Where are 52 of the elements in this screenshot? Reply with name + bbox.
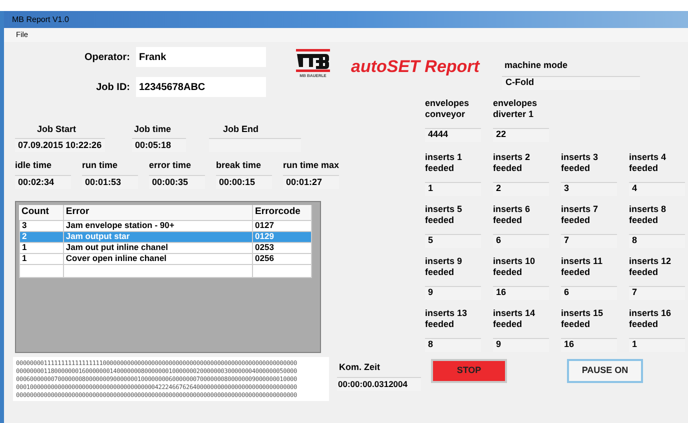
counter-label: inserts 9 feeded [425, 256, 464, 278]
column-header: Count [20, 205, 64, 220]
counter-label: inserts 12 feeded [629, 256, 672, 278]
field-label: Job time [133, 123, 172, 136]
column-header: Error [63, 205, 253, 220]
table-cell: 0127 [252, 220, 312, 231]
table-cell: Jam out put inline chanel [63, 242, 253, 253]
counter-label: inserts 10 feeded [493, 256, 536, 278]
report-heading: autoSET Report [351, 56, 480, 78]
counter-label: inserts 1 feeded [425, 152, 464, 174]
counter-label: inserts 6 feeded [493, 204, 532, 226]
counter-label: inserts 8 feeded [629, 204, 668, 226]
field-label: Job ID: [95, 80, 130, 94]
field-label: break time [216, 159, 262, 172]
field-label: error time [149, 159, 192, 172]
table-cell: Jam envelope station - 90+ [63, 220, 253, 231]
counter-label: inserts 15 feeded [561, 308, 604, 330]
table-cell: 2 [20, 231, 64, 242]
counter-label: inserts 2 feeded [493, 152, 532, 174]
window-title: MB Report V1.0 [12, 14, 69, 26]
table-cell: 0256 [252, 253, 312, 264]
table-cell: 0253 [252, 242, 312, 253]
counter-label: inserts 5 feeded [425, 204, 464, 226]
stop-button[interactable]: STOP [431, 358, 507, 382]
field-label: run time [82, 159, 119, 172]
field-label: run time max [283, 159, 339, 172]
operator-field[interactable]: Frank [136, 47, 266, 67]
field-label: Job Start [36, 123, 78, 136]
pause-button[interactable]: PAUSE ON [567, 358, 643, 382]
column-header: Errorcode [252, 205, 312, 220]
field-label: idle time [15, 159, 53, 172]
table-cell: Jam output star [63, 231, 253, 242]
counter-label: envelopes diverter 1 [493, 98, 538, 120]
table-cell: Cover open inline chanel [63, 253, 253, 264]
logo-icon [296, 49, 330, 72]
counter-label: inserts 13 feeded [425, 308, 468, 330]
counter-label: inserts 4 feeded [629, 152, 668, 174]
table-cell: 1 [20, 242, 64, 253]
table-cell: 0129 [252, 231, 312, 242]
field-label: Job End [222, 123, 260, 136]
counter-label: envelopes conveyor [425, 98, 470, 121]
counter-label: inserts 3 feeded [561, 152, 600, 174]
counter-label: inserts 11 feeded [561, 256, 604, 278]
field-label: Kom. Zeit [339, 360, 382, 374]
field-label: Operator: [83, 50, 130, 64]
table-cell: 3 [20, 220, 64, 231]
counter-label: inserts 7 feeded [561, 204, 600, 226]
field-label: machine mode [504, 59, 568, 72]
job-id-field[interactable]: 12345678ABC [136, 77, 266, 97]
counter-label: inserts 16 feeded [629, 308, 672, 330]
table-cell: 1 [20, 253, 64, 264]
counter-label: inserts 14 feeded [493, 308, 536, 330]
